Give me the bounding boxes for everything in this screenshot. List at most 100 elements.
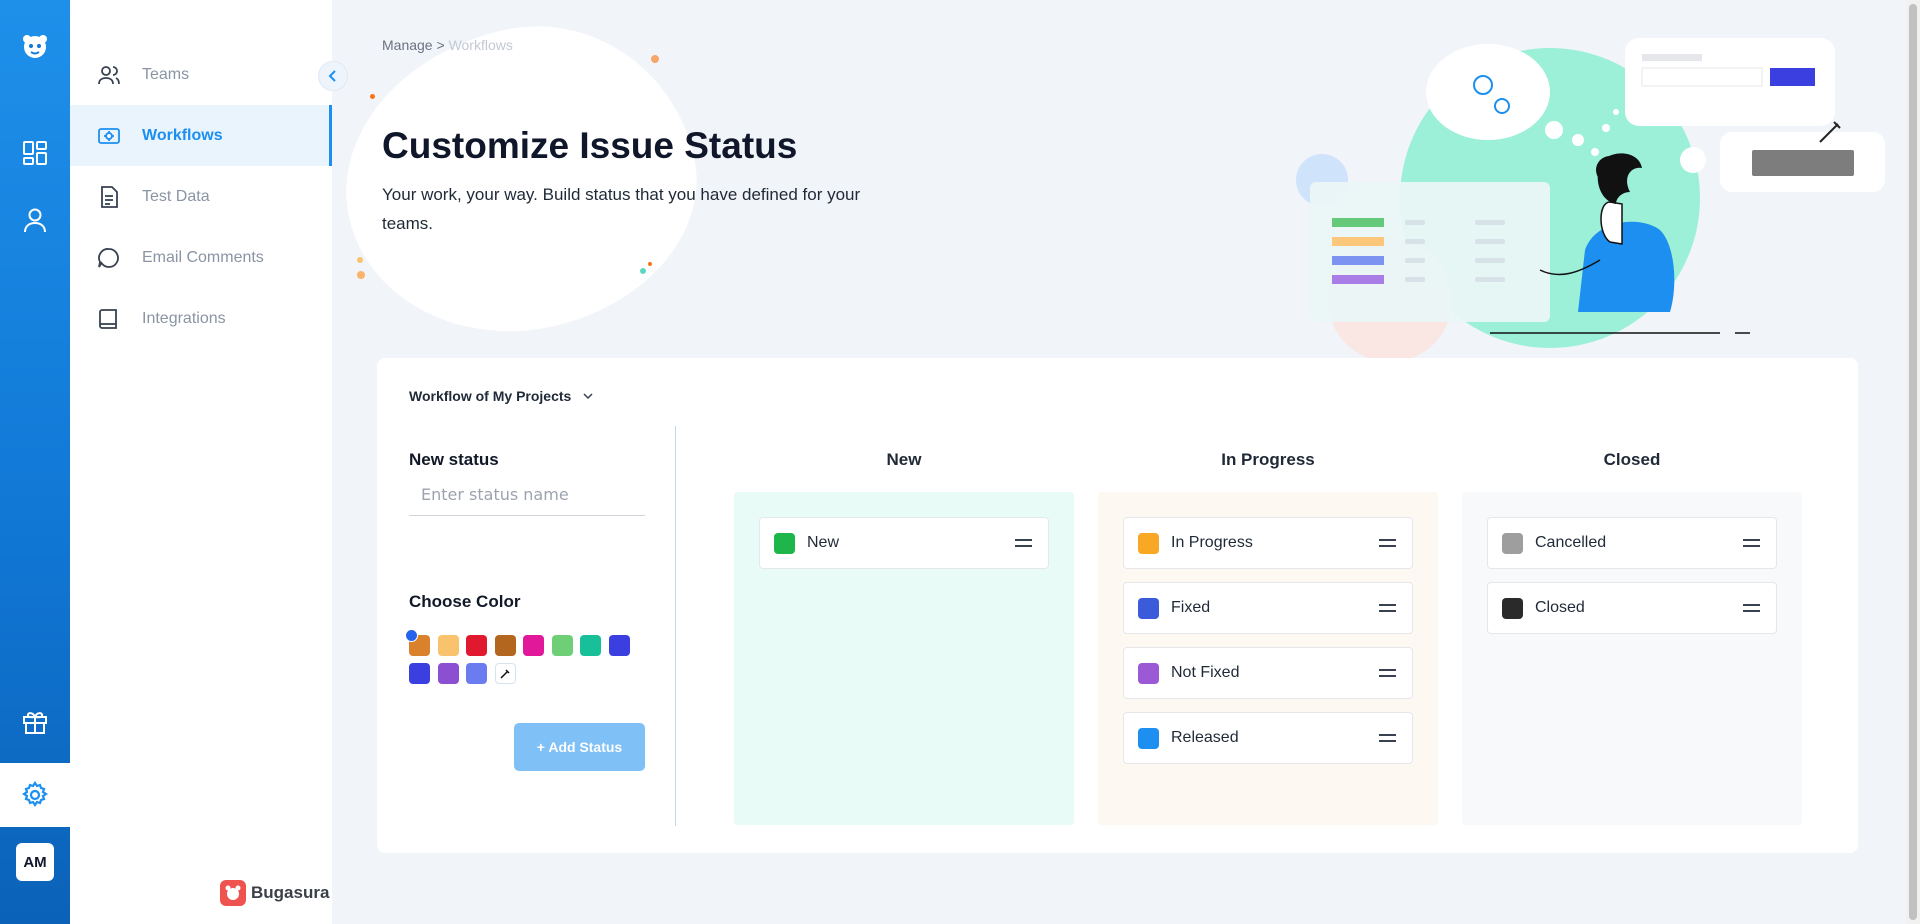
drag-handle-icon[interactable]	[1379, 604, 1396, 612]
workflow-select[interactable]: Workflow of My Projects	[409, 388, 595, 404]
workflow-card: Workflow of My Projects New status Choos…	[377, 358, 1858, 853]
status-label: Closed	[1535, 599, 1585, 616]
choose-color-label: Choose Color	[409, 592, 521, 611]
status-item[interactable]: Not Fixed	[1123, 647, 1413, 699]
breadcrumb-parent[interactable]: Manage	[382, 37, 433, 53]
selected-check-icon	[405, 629, 418, 642]
color-swatch[interactable]	[466, 663, 487, 684]
status-color-square	[1138, 597, 1159, 619]
decor-dot	[648, 262, 652, 266]
column-new: New	[734, 492, 1074, 825]
breadcrumb-separator: >	[432, 37, 449, 53]
decor-dot	[640, 268, 646, 274]
status-color-square	[1138, 727, 1159, 749]
decor-dot	[370, 94, 375, 99]
users-icon	[98, 65, 120, 84]
document-icon	[101, 185, 118, 208]
bugasura-logo-icon[interactable]	[0, 18, 70, 74]
status-color-square	[774, 532, 795, 554]
status-item[interactable]: Cancelled	[1487, 517, 1777, 569]
page-scrollbar[interactable]	[1906, 0, 1920, 924]
color-swatch[interactable]	[466, 635, 487, 656]
bugasura-brand-icon	[220, 880, 246, 906]
sidebar-item-test-data[interactable]: Test Data	[70, 166, 332, 227]
status-label: Released	[1171, 729, 1239, 746]
collapse-sidebar-button[interactable]	[318, 61, 348, 91]
sidebar-item-label: Email Comments	[142, 248, 264, 266]
status-label: Cancelled	[1535, 534, 1607, 551]
user-avatar[interactable]: AM	[16, 843, 54, 881]
section-divider	[675, 426, 676, 826]
status-color-square	[1138, 662, 1159, 684]
color-swatch[interactable]	[608, 635, 630, 656]
drag-handle-icon[interactable]	[1379, 539, 1396, 547]
breadcrumb-current: Workflows	[448, 37, 513, 53]
sidebar-item-label: Integrations	[142, 309, 226, 327]
user-icon[interactable]	[0, 192, 70, 248]
sidebar-item-teams[interactable]: Teams	[70, 44, 332, 105]
new-status-label: New status	[409, 450, 499, 469]
eyedropper-icon	[500, 668, 510, 679]
color-swatch[interactable]	[523, 635, 544, 656]
status-color-square	[1502, 597, 1523, 619]
decor-dot	[651, 55, 659, 63]
sidebar-item-integrations[interactable]: Integrations	[70, 288, 332, 349]
icon-rail: AM	[0, 0, 70, 924]
status-label: New	[807, 534, 840, 551]
gift-icon[interactable]	[0, 694, 70, 750]
column-title-closed: Closed	[1603, 450, 1661, 469]
color-swatch[interactable]	[551, 635, 573, 656]
drag-handle-icon[interactable]	[1015, 539, 1032, 547]
settings-icon[interactable]	[0, 763, 70, 827]
drag-handle-icon[interactable]	[1379, 669, 1396, 677]
sidebar-item-email-comments[interactable]: Email Comments	[70, 227, 332, 288]
status-label: In Progress	[1171, 534, 1253, 551]
sidebar-item-workflows[interactable]: Workflows	[70, 105, 332, 166]
color-swatch[interactable]	[494, 635, 516, 656]
chevron-down-icon	[583, 393, 593, 400]
status-label: Fixed	[1171, 599, 1211, 616]
settings-sidebar: Teams Workflows Test Data Email Comments…	[70, 0, 332, 924]
book-icon	[99, 308, 117, 329]
status-item[interactable]: Closed	[1487, 582, 1777, 634]
hero-illustration	[1296, 38, 1885, 360]
add-status-button[interactable]: + Add Status	[514, 723, 645, 771]
column-title-new: New	[886, 450, 922, 469]
status-name-input[interactable]	[409, 473, 645, 516]
custom-color-picker[interactable]	[494, 663, 516, 684]
color-swatch[interactable]	[409, 663, 430, 684]
column-closed: Cancelled Closed	[1462, 492, 1802, 825]
status-item[interactable]: Fixed	[1123, 582, 1413, 634]
color-swatch[interactable]	[437, 635, 459, 656]
status-item[interactable]: Released	[1123, 712, 1413, 764]
chevron-left-icon	[328, 70, 336, 82]
column-title-in-progress: In Progress	[1221, 450, 1315, 469]
dashboard-icon[interactable]	[0, 125, 70, 181]
page-title: Customize Issue Status	[382, 125, 798, 166]
status-item[interactable]: In Progress	[1123, 517, 1413, 569]
drag-handle-icon[interactable]	[1743, 604, 1760, 612]
sidebar-item-label: Test Data	[142, 187, 210, 205]
status-item[interactable]: New	[759, 517, 1049, 569]
decor-dot	[357, 271, 365, 279]
status-color-square	[1502, 532, 1523, 554]
page-subtitle: Your work, your way. Build status that y…	[382, 185, 861, 233]
breadcrumb: Manage > Workflows	[382, 37, 513, 53]
workflow-icon	[98, 127, 120, 144]
color-swatch[interactable]	[580, 635, 601, 656]
status-color-square	[1138, 532, 1159, 554]
color-swatch[interactable]	[405, 629, 430, 656]
workflow-select-label: Workflow of My Projects	[409, 388, 572, 404]
status-label: Not Fixed	[1171, 664, 1240, 681]
sidebar-item-label: Workflows	[142, 126, 223, 144]
chat-icon	[98, 247, 119, 268]
decor-dot	[357, 257, 363, 263]
column-in-progress: In Progress Fixed Not Fixed Released	[1098, 492, 1438, 825]
sidebar-item-label: Teams	[142, 65, 190, 83]
drag-handle-icon[interactable]	[1743, 539, 1760, 547]
color-swatch[interactable]	[437, 663, 459, 684]
drag-handle-icon[interactable]	[1379, 734, 1396, 742]
scrollbar-thumb[interactable]	[1909, 4, 1917, 920]
brand-name: Bugasura	[251, 883, 330, 902]
brand-logo: Bugasura	[220, 880, 329, 906]
